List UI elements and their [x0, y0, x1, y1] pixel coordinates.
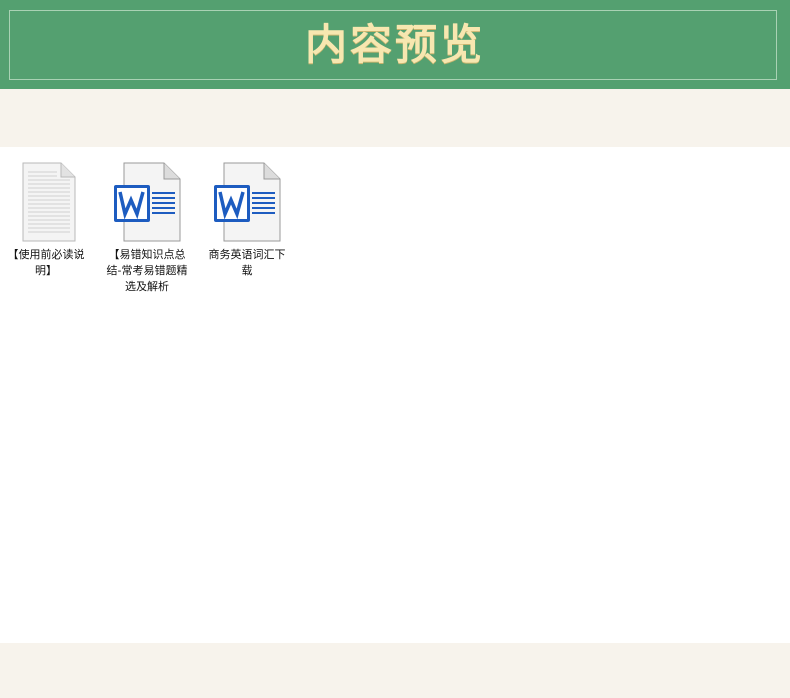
- word-document-icon: [114, 162, 181, 242]
- header-banner: 内容预览: [0, 0, 790, 89]
- word-document-icon: [214, 162, 281, 242]
- file-preview-area: 【使用前必读说明】 【易错知识点总结-常考易错题精选及解析 商务英语词汇下载: [0, 147, 790, 643]
- file-item-business-english-vocab[interactable]: 商务英语词汇下载: [204, 162, 290, 279]
- bottom-spacer-band: [0, 643, 790, 698]
- file-name-label: 【使用前必读说明】: [7, 248, 85, 277]
- page-title: 内容预览: [304, 20, 485, 69]
- top-spacer-band: [0, 89, 790, 147]
- file-name-label: 商务英语词汇下载: [208, 248, 286, 277]
- file-item-usage-notes[interactable]: 【使用前必读说明】: [3, 162, 89, 279]
- file-name-label: 【易错知识点总结-常考易错题精选及解析: [106, 248, 188, 293]
- text-document-icon: [22, 162, 76, 242]
- file-item-error-prone-summary[interactable]: 【易错知识点总结-常考易错题精选及解析: [104, 162, 190, 295]
